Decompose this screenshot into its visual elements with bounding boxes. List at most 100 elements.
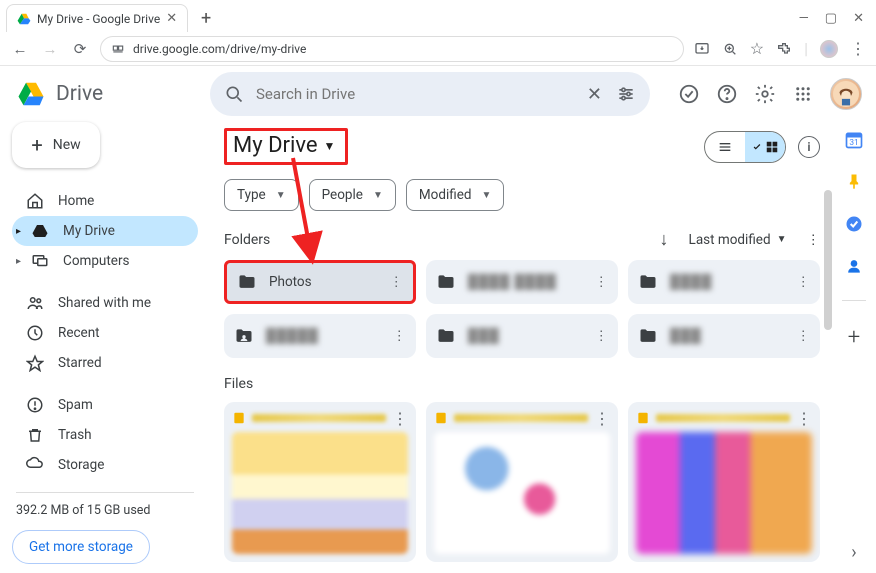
filter-chip-modified[interactable]: Modified▼ (406, 179, 505, 211)
account-avatar[interactable] (830, 78, 862, 110)
folder-more-icon[interactable]: ⋮ (393, 328, 407, 344)
folder-icon (436, 272, 456, 292)
folder-item[interactable]: ████ ⋮ (628, 260, 820, 304)
vertical-divider: | (804, 39, 808, 58)
sort-direction-icon[interactable]: ↓ (660, 229, 669, 250)
drive-logo-icon (14, 79, 48, 109)
divider (16, 492, 194, 493)
home-icon (26, 192, 44, 210)
file-more-icon[interactable]: ⋮ (392, 409, 408, 428)
search-input[interactable] (256, 85, 575, 103)
sidebar-item-trash[interactable]: Trash (12, 420, 198, 450)
browser-toolbar: ← → ⟳ drive.google.com/drive/my-drive ☆ … (0, 32, 876, 66)
sidebar-item-computers[interactable]: ▸ Computers (12, 246, 198, 276)
file-item[interactable]: ⋮ (426, 402, 618, 562)
close-tab-icon[interactable]: ✕ (166, 11, 177, 26)
sidebar-item-starred[interactable]: Starred (12, 348, 198, 378)
new-tab-button[interactable]: + (194, 6, 218, 30)
file-name (454, 414, 588, 422)
install-app-icon[interactable] (694, 41, 710, 57)
bookmark-icon[interactable]: ☆ (750, 39, 764, 58)
sidebar-item-my-drive[interactable]: ▸ My Drive (12, 216, 198, 246)
chrome-menu-icon[interactable]: ⋮ (850, 39, 866, 58)
sidebar-label: Starred (58, 355, 102, 371)
back-button[interactable]: ← (10, 39, 30, 59)
apps-grid-icon[interactable] (792, 83, 814, 105)
filter-chip-people[interactable]: People▼ (309, 179, 396, 211)
browser-tab[interactable]: My Drive - Google Drive ✕ (6, 4, 188, 32)
expand-caret-icon[interactable]: ▸ (16, 256, 21, 267)
folder-more-icon[interactable]: ⋮ (797, 328, 811, 344)
folder-more-icon[interactable]: ⋮ (595, 328, 609, 344)
sort-menu[interactable]: Last modified▼ (689, 232, 787, 248)
sidebar-item-shared[interactable]: Shared with me (12, 288, 198, 318)
browser-profile-avatar[interactable] (820, 40, 838, 58)
folder-more-icon[interactable]: ⋮ (390, 274, 404, 290)
more-options-icon[interactable]: ⋮ (807, 232, 821, 248)
contacts-icon[interactable] (844, 256, 864, 276)
drive-logo[interactable]: Drive (14, 79, 202, 109)
folder-name: Photos (269, 274, 312, 290)
location-breadcrumb[interactable]: My Drive ▼ (224, 128, 348, 165)
sidebar-item-spam[interactable]: Spam (12, 390, 198, 420)
support-icon[interactable] (716, 83, 738, 105)
maximize-icon[interactable]: ▢ (825, 11, 837, 26)
collapse-panel-icon[interactable]: › (851, 542, 856, 563)
site-info-icon[interactable] (111, 42, 125, 56)
folder-item[interactable]: ████ ████ ⋮ (426, 260, 618, 304)
extensions-icon[interactable] (776, 41, 792, 57)
my-drive-icon (31, 222, 49, 240)
folder-more-icon[interactable]: ⋮ (595, 274, 609, 290)
zoom-icon[interactable] (722, 41, 738, 57)
shared-icon (26, 294, 44, 312)
svg-text:31: 31 (849, 138, 858, 148)
search-options-icon[interactable] (616, 84, 636, 104)
folder-more-icon[interactable]: ⋮ (797, 274, 811, 290)
caret-down-icon: ▼ (373, 190, 383, 201)
folder-name: ███ (468, 328, 500, 344)
folder-item[interactable]: █████ ⋮ (224, 314, 416, 358)
file-more-icon[interactable]: ⋮ (594, 409, 610, 428)
grid-view-button[interactable] (745, 132, 785, 162)
tasks-icon[interactable] (844, 214, 864, 234)
search-bar[interactable]: ✕ (210, 72, 650, 116)
scrollbar-thumb[interactable] (824, 190, 832, 330)
reload-button[interactable]: ⟳ (70, 39, 90, 59)
file-more-icon[interactable]: ⋮ (796, 409, 812, 428)
calendar-icon[interactable]: 31 (844, 130, 864, 150)
files-section-label: Files (224, 376, 820, 392)
sidebar-item-storage[interactable]: Storage (12, 450, 198, 480)
keep-icon[interactable] (844, 172, 864, 192)
address-bar[interactable]: drive.google.com/drive/my-drive (100, 36, 684, 62)
folder-icon (237, 272, 257, 292)
sidebar-item-home[interactable]: Home (12, 186, 198, 216)
file-item[interactable]: ⋮ (628, 402, 820, 562)
forward-button[interactable]: → (40, 39, 60, 59)
clear-search-icon[interactable]: ✕ (587, 84, 602, 105)
expand-caret-icon[interactable]: ▸ (16, 226, 21, 237)
ready-offline-icon[interactable] (678, 83, 700, 105)
folders-section-label: Folders (224, 232, 270, 248)
get-addons-button[interactable]: + (848, 325, 860, 350)
new-button[interactable]: + New (12, 122, 100, 168)
minimize-icon[interactable]: — (799, 11, 809, 26)
get-storage-button[interactable]: Get more storage (12, 530, 150, 564)
filter-chip-type[interactable]: Type▼ (224, 179, 299, 211)
drive-favicon-icon (17, 12, 31, 26)
details-info-button[interactable]: i (798, 136, 820, 158)
folder-item[interactable]: Photos ⋮ (224, 260, 416, 304)
list-view-button[interactable] (705, 132, 745, 162)
settings-icon[interactable] (754, 83, 776, 105)
sidebar-item-recent[interactable]: Recent (12, 318, 198, 348)
caret-down-icon: ▼ (777, 234, 787, 245)
file-thumbnail (434, 432, 610, 554)
divider (842, 300, 866, 301)
folder-item[interactable]: ███ ⋮ (628, 314, 820, 358)
file-item[interactable]: ⋮ (224, 402, 416, 562)
caret-down-icon: ▼ (276, 190, 286, 201)
close-window-icon[interactable]: ✕ (853, 11, 864, 26)
filter-chips: Type▼ People▼ Modified▼ (224, 179, 820, 211)
folder-item[interactable]: ███ ⋮ (426, 314, 618, 358)
shared-folder-icon (234, 326, 254, 346)
folder-icon (638, 326, 658, 346)
